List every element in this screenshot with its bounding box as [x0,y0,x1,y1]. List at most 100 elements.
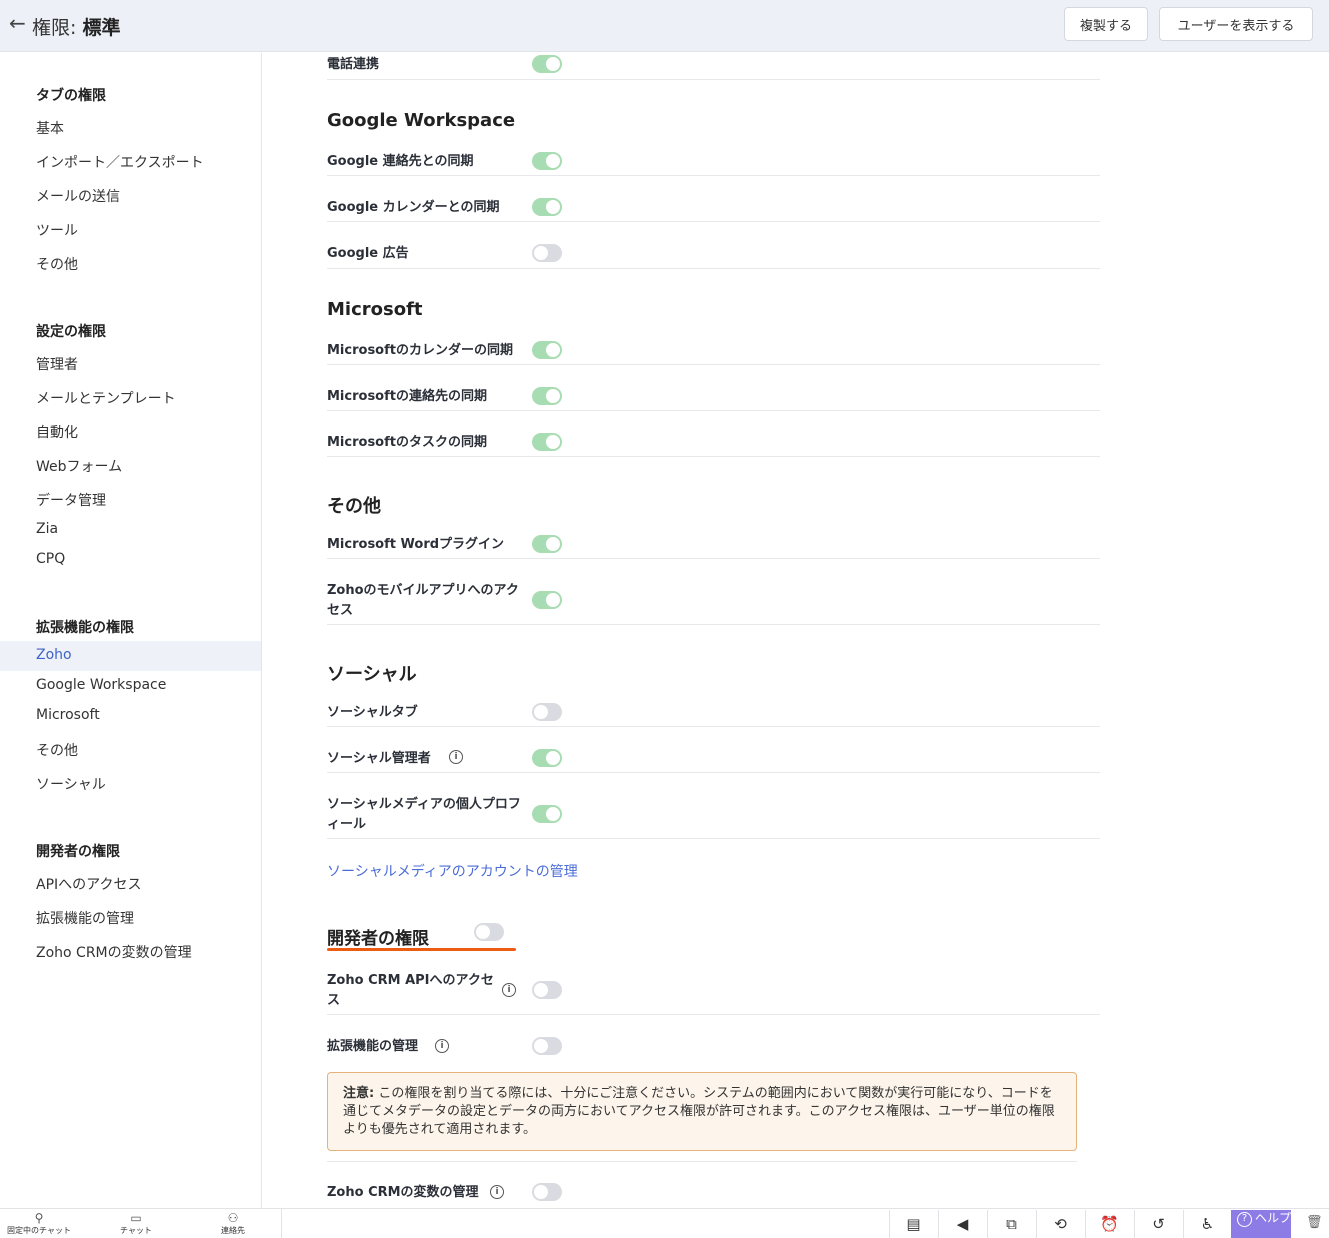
sidebar-item-tab-other[interactable]: その他 [36,254,78,274]
chat-button[interactable]: ▭ チャット [91,1212,181,1236]
sidebar-item-ext-other[interactable]: その他 [36,740,78,760]
google-ads-toggle[interactable] [532,244,562,262]
permission-label: Google 広告 [327,246,409,261]
permission-label: Zohoのモバイルアプリへのアクセス [327,583,519,618]
permission-content: 電話連携 Google Workspace Google 連絡先との同期 Goo… [262,53,1329,1208]
sidebar-item-basic[interactable]: 基本 [36,118,64,138]
sidebar-item-send-mail[interactable]: メールの送信 [36,186,120,206]
sidebar-heading-developer: 開発者の権限 [36,844,120,860]
history-icon[interactable]: ↺ [1134,1210,1182,1238]
info-icon[interactable]: i [502,983,516,997]
page-header: ← 権限: 標準 複製する ユーザーを表示する [0,0,1329,52]
microsoft-tasks-sync-toggle[interactable] [532,433,562,451]
show-users-button[interactable]: ユーザーを表示する [1159,7,1313,41]
info-icon[interactable]: i [449,750,463,764]
social-personal-profile-toggle[interactable] [532,805,562,823]
row-divider [327,79,1100,80]
sidebar-item-google-workspace[interactable]: Google Workspace [36,677,166,693]
sidebar-item-manage-extensions[interactable]: 拡張機能の管理 [36,908,134,928]
sidebar-item-admin[interactable]: 管理者 [36,354,78,374]
alarm-clock-icon[interactable]: ⏰ [1085,1210,1133,1238]
profile-name: 標準 [82,17,121,39]
microsoft-contacts-sync-toggle[interactable] [532,387,562,405]
sidebar-item-automation[interactable]: 自動化 [36,422,78,442]
info-icon[interactable]: i [490,1185,504,1199]
sidebar-heading-settings: 設定の権限 [36,324,106,340]
social-admin-toggle[interactable] [532,749,562,767]
permission-label: Microsoft Wordプラグイン [327,537,505,552]
signal-icon[interactable]: ⧉ [987,1210,1035,1238]
chat-bubble-icon: ▭ [130,1211,142,1225]
permission-label: Zoho CRM APIへのアクセス [327,973,494,1008]
permission-label: 電話連携 [327,57,380,72]
permission-sidebar: タブの権限 基本 インポート／エクスポート メールの送信 ツール その他 設定の… [0,53,262,1208]
title-prefix: 権限: [32,17,77,39]
record-search-icon[interactable]: ▤ [889,1210,937,1238]
megaphone-icon[interactable]: ◀ [938,1210,986,1238]
section-heading-developer: 開発者の権限 [327,929,429,949]
row-divider [327,558,1100,559]
question-icon: ? [1237,1212,1252,1227]
help-button[interactable]: ? ヘルプ [1231,1210,1291,1238]
pinned-chat-button[interactable]: ⚲ 固定中のチャット [0,1212,84,1236]
sidebar-item-mail-templates[interactable]: メールとテンプレート [36,388,176,408]
sidebar-item-zoho[interactable]: Zoho [36,647,72,663]
permission-label: Microsoftの連絡先の同期 [327,389,487,404]
permission-label: ソーシャルタブ [327,705,418,720]
sidebar-item-microsoft[interactable]: Microsoft [36,707,100,723]
permission-label: Microsoftのタスクの同期 [327,435,487,450]
row-divider [327,772,1100,773]
permission-label: Google 連絡先との同期 [327,154,474,169]
developer-permission-toggle[interactable] [474,923,504,941]
social-tab-toggle[interactable] [532,703,562,721]
permission-label: Google カレンダーとの同期 [327,200,500,215]
contacts-icon: ⚇ [227,1211,239,1225]
sidebar-item-webforms[interactable]: Webフォーム [36,456,122,476]
sidebar-item-cpq[interactable]: CPQ [36,551,65,567]
phone-toggle[interactable] [532,55,562,73]
highlight-underline [327,948,516,951]
mobile-app-access-toggle[interactable] [532,591,562,609]
microsoft-calendar-sync-toggle[interactable] [532,341,562,359]
sidebar-item-zia[interactable]: Zia [36,521,58,537]
sidebar-heading-extension: 拡張機能の権限 [36,620,134,636]
contacts-button[interactable]: ⚇ 連絡先 [188,1212,278,1236]
sidebar-item-import-export[interactable]: インポート／エクスポート [36,152,204,172]
sidebar-item-api-access[interactable]: APIへのアクセス [36,874,141,894]
duplicate-button[interactable]: 複製する [1064,7,1148,41]
section-heading-social: ソーシャル [327,664,417,685]
note-text: この権限を割り当てる際には、十分にご注意ください。システムの範囲内において関数が… [343,1086,1055,1137]
sidebar-item-tools[interactable]: ツール [36,220,78,240]
sidebar-item-social[interactable]: ソーシャル [36,774,106,794]
row-divider [327,624,1100,625]
crm-api-access-toggle[interactable] [532,981,562,999]
sidebar-item-data-management[interactable]: データ管理 [36,490,106,510]
google-contacts-sync-toggle[interactable] [532,152,562,170]
inbox-icon[interactable]: 🗑 [1306,1215,1323,1230]
row-divider [327,838,1100,839]
row-divider [327,221,1100,222]
back-arrow-icon[interactable]: ← [9,10,26,36]
row-divider [327,726,1100,727]
crm-variables-toggle[interactable] [532,1183,562,1201]
manage-social-accounts-link[interactable]: ソーシャルメディアのアカウントの管理 [327,861,578,881]
row-divider [327,1161,1077,1162]
sidebar-heading-tab: タブの権限 [36,88,106,104]
manage-extensions-toggle[interactable] [532,1037,562,1055]
bottom-divider [281,1209,282,1238]
sidebar-item-crm-variables[interactable]: Zoho CRMの変数の管理 [36,942,192,962]
note-prefix: 注意: [343,1086,375,1101]
pin-icon: ⚲ [34,1211,44,1225]
sync-icon[interactable]: ⟲ [1036,1210,1084,1238]
accessibility-icon[interactable]: ♿ [1183,1210,1231,1238]
google-calendar-sync-toggle[interactable] [532,198,562,216]
row-divider [327,175,1100,176]
info-icon[interactable]: i [435,1039,449,1053]
row-divider [327,268,1100,269]
row-divider [327,410,1100,411]
permission-label: 拡張機能の管理 [327,1039,419,1054]
permission-label: ソーシャル管理者 [327,751,431,766]
word-plugin-toggle[interactable] [532,535,562,553]
permission-label: Zoho CRMの変数の管理 [327,1185,479,1200]
caution-note: 注意: この権限を割り当てる際には、十分にご注意ください。システムの範囲内におい… [327,1072,1077,1151]
